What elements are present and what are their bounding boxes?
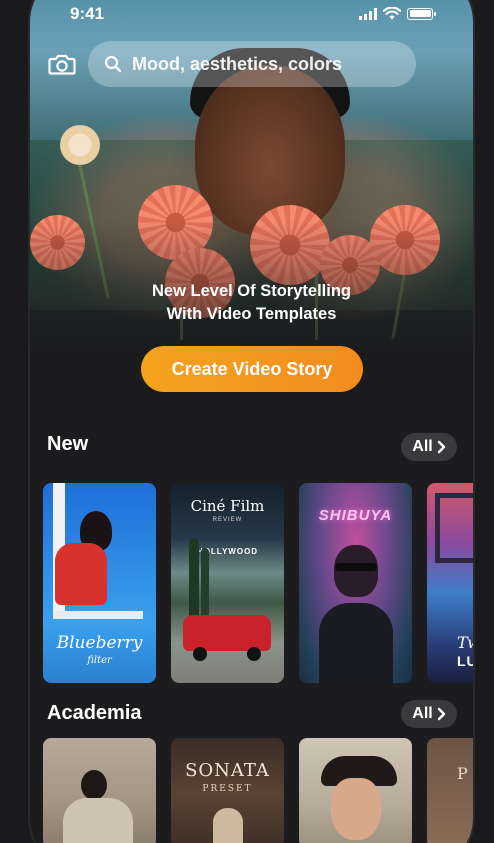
academia-all-button[interactable]: All (401, 700, 457, 728)
card-person-face (331, 778, 381, 840)
card-person-head (81, 770, 107, 800)
car-wheel (247, 647, 261, 661)
card-person-head (334, 545, 378, 597)
chevron-right-icon (437, 707, 445, 721)
camera-icon[interactable] (48, 52, 76, 76)
sunglasses (335, 563, 377, 571)
card-subtitle: REVIEW (212, 517, 243, 523)
template-card-cine-film[interactable]: Ciné Film REVIEW HOLLYWOOD (171, 483, 284, 683)
palm-tree (189, 538, 199, 623)
all-label: All (412, 438, 433, 455)
section-title-new: New (47, 433, 89, 455)
hero-headline-line1: New Level Of Storytelling (152, 282, 351, 300)
window-sill (53, 611, 143, 619)
card-title: SONATA (185, 760, 270, 781)
template-card-twin-lus[interactable]: Twin LUS (427, 483, 473, 683)
card-subtitle: PRESET (202, 784, 253, 794)
palm-tree (201, 548, 209, 623)
search-placeholder: Mood, aesthetics, colors (132, 53, 343, 74)
card-subtitle: LUS (457, 653, 473, 669)
card-person-body (63, 798, 133, 843)
card-title: P (457, 764, 468, 783)
card-title: Ciné Film (190, 497, 265, 515)
academia-templates-row: SONATA PRESET P (43, 738, 473, 843)
template-card-sonata[interactable]: SONATA PRESET (171, 738, 284, 843)
search-input[interactable]: Mood, aesthetics, colors (88, 41, 416, 87)
card-title: SHIBUYA (318, 507, 393, 524)
template-card-academia-dancer[interactable] (43, 738, 156, 843)
card-person-body (319, 603, 393, 683)
battery-icon (407, 7, 436, 20)
new-all-button[interactable]: All (401, 433, 457, 461)
window-frame (435, 493, 473, 563)
card-title: Blueberry (56, 633, 143, 653)
red-car (183, 615, 271, 651)
create-video-story-button[interactable]: Create Video Story (141, 346, 363, 392)
car-wheel (193, 647, 207, 661)
new-templates-row: Blueberry filter Ciné Film REVIEW HOLLYW… (43, 483, 473, 683)
template-card-shibuya[interactable]: SHIBUYA (299, 483, 412, 683)
template-card-academia-beret[interactable] (299, 738, 412, 843)
hero-headline: New Level Of Storytelling With Video Tem… (30, 280, 473, 326)
card-title: Twin (457, 633, 473, 652)
template-card-blueberry[interactable]: Blueberry filter (43, 483, 156, 683)
status-time: 9:41 (70, 4, 105, 23)
card-subtitle: filter (87, 655, 112, 666)
search-icon (104, 55, 122, 73)
chevron-right-icon (437, 440, 445, 454)
section-title-academia: Academia (47, 702, 142, 724)
hero-headline-line2: With Video Templates (166, 305, 337, 323)
template-card-academia-4[interactable]: P (427, 738, 473, 843)
status-icons (359, 7, 436, 20)
card-person (213, 808, 243, 843)
cellular-signal-icon (359, 7, 377, 20)
phone-frame: 9:41 Mood, aesthetics, colors New Level … (30, 0, 473, 843)
hollywood-sign: HOLLYWOOD (196, 547, 259, 556)
wifi-icon (383, 7, 401, 20)
all-label: All (412, 705, 433, 722)
white-flower (60, 125, 100, 165)
card-person-jacket (55, 543, 107, 605)
